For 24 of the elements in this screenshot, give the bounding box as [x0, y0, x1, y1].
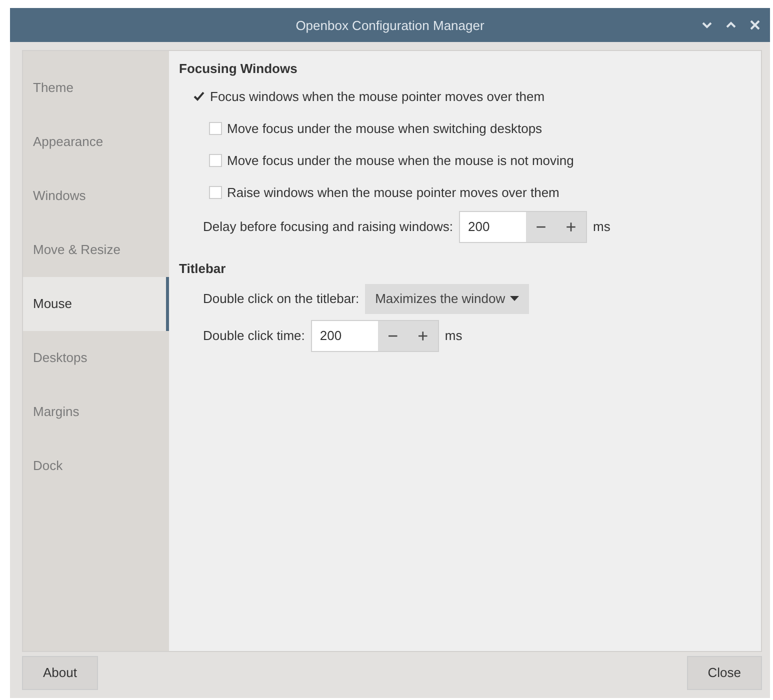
checkbox-label: Raise windows when the mouse pointer moves over them: [227, 184, 560, 200]
maximize-icon[interactable]: [726, 21, 736, 29]
minimize-icon[interactable]: [702, 21, 712, 29]
field-label: Double click time:: [203, 328, 305, 343]
checkbox[interactable]: [209, 186, 222, 198]
field-label: Double click on the titlebar:: [203, 291, 360, 306]
dialog-button[interactable]: About: [22, 656, 98, 690]
close-icon[interactable]: [750, 20, 760, 30]
window-title: Openbox Configuration Manager: [296, 18, 484, 32]
unit-label: ms: [593, 219, 610, 234]
dialog-button[interactable]: Close: [686, 656, 762, 690]
checkbox-label: Move focus under the mouse when the mouse is not moving: [227, 152, 574, 168]
checkbox[interactable]: [209, 122, 222, 134]
checkbox-label: Focus windows when the mouse pointer moves over them: [210, 88, 545, 104]
checkmark-icon[interactable]: [193, 90, 205, 102]
checkbox[interactable]: [209, 154, 222, 166]
checkbox-label: Move focus under the mouse when switching desktops: [227, 120, 542, 136]
caret-icon: [510, 296, 520, 302]
section-heading: Focusing Windows: [179, 61, 298, 76]
section-heading: Titlebar: [179, 261, 227, 276]
unit-label: ms: [444, 328, 462, 343]
dropdown[interactable]: Maximizes the window: [365, 284, 530, 314]
sidebar-item[interactable]: Mouse: [23, 277, 169, 331]
field-label: Delay before focusing and raising windows:: [203, 219, 454, 234]
